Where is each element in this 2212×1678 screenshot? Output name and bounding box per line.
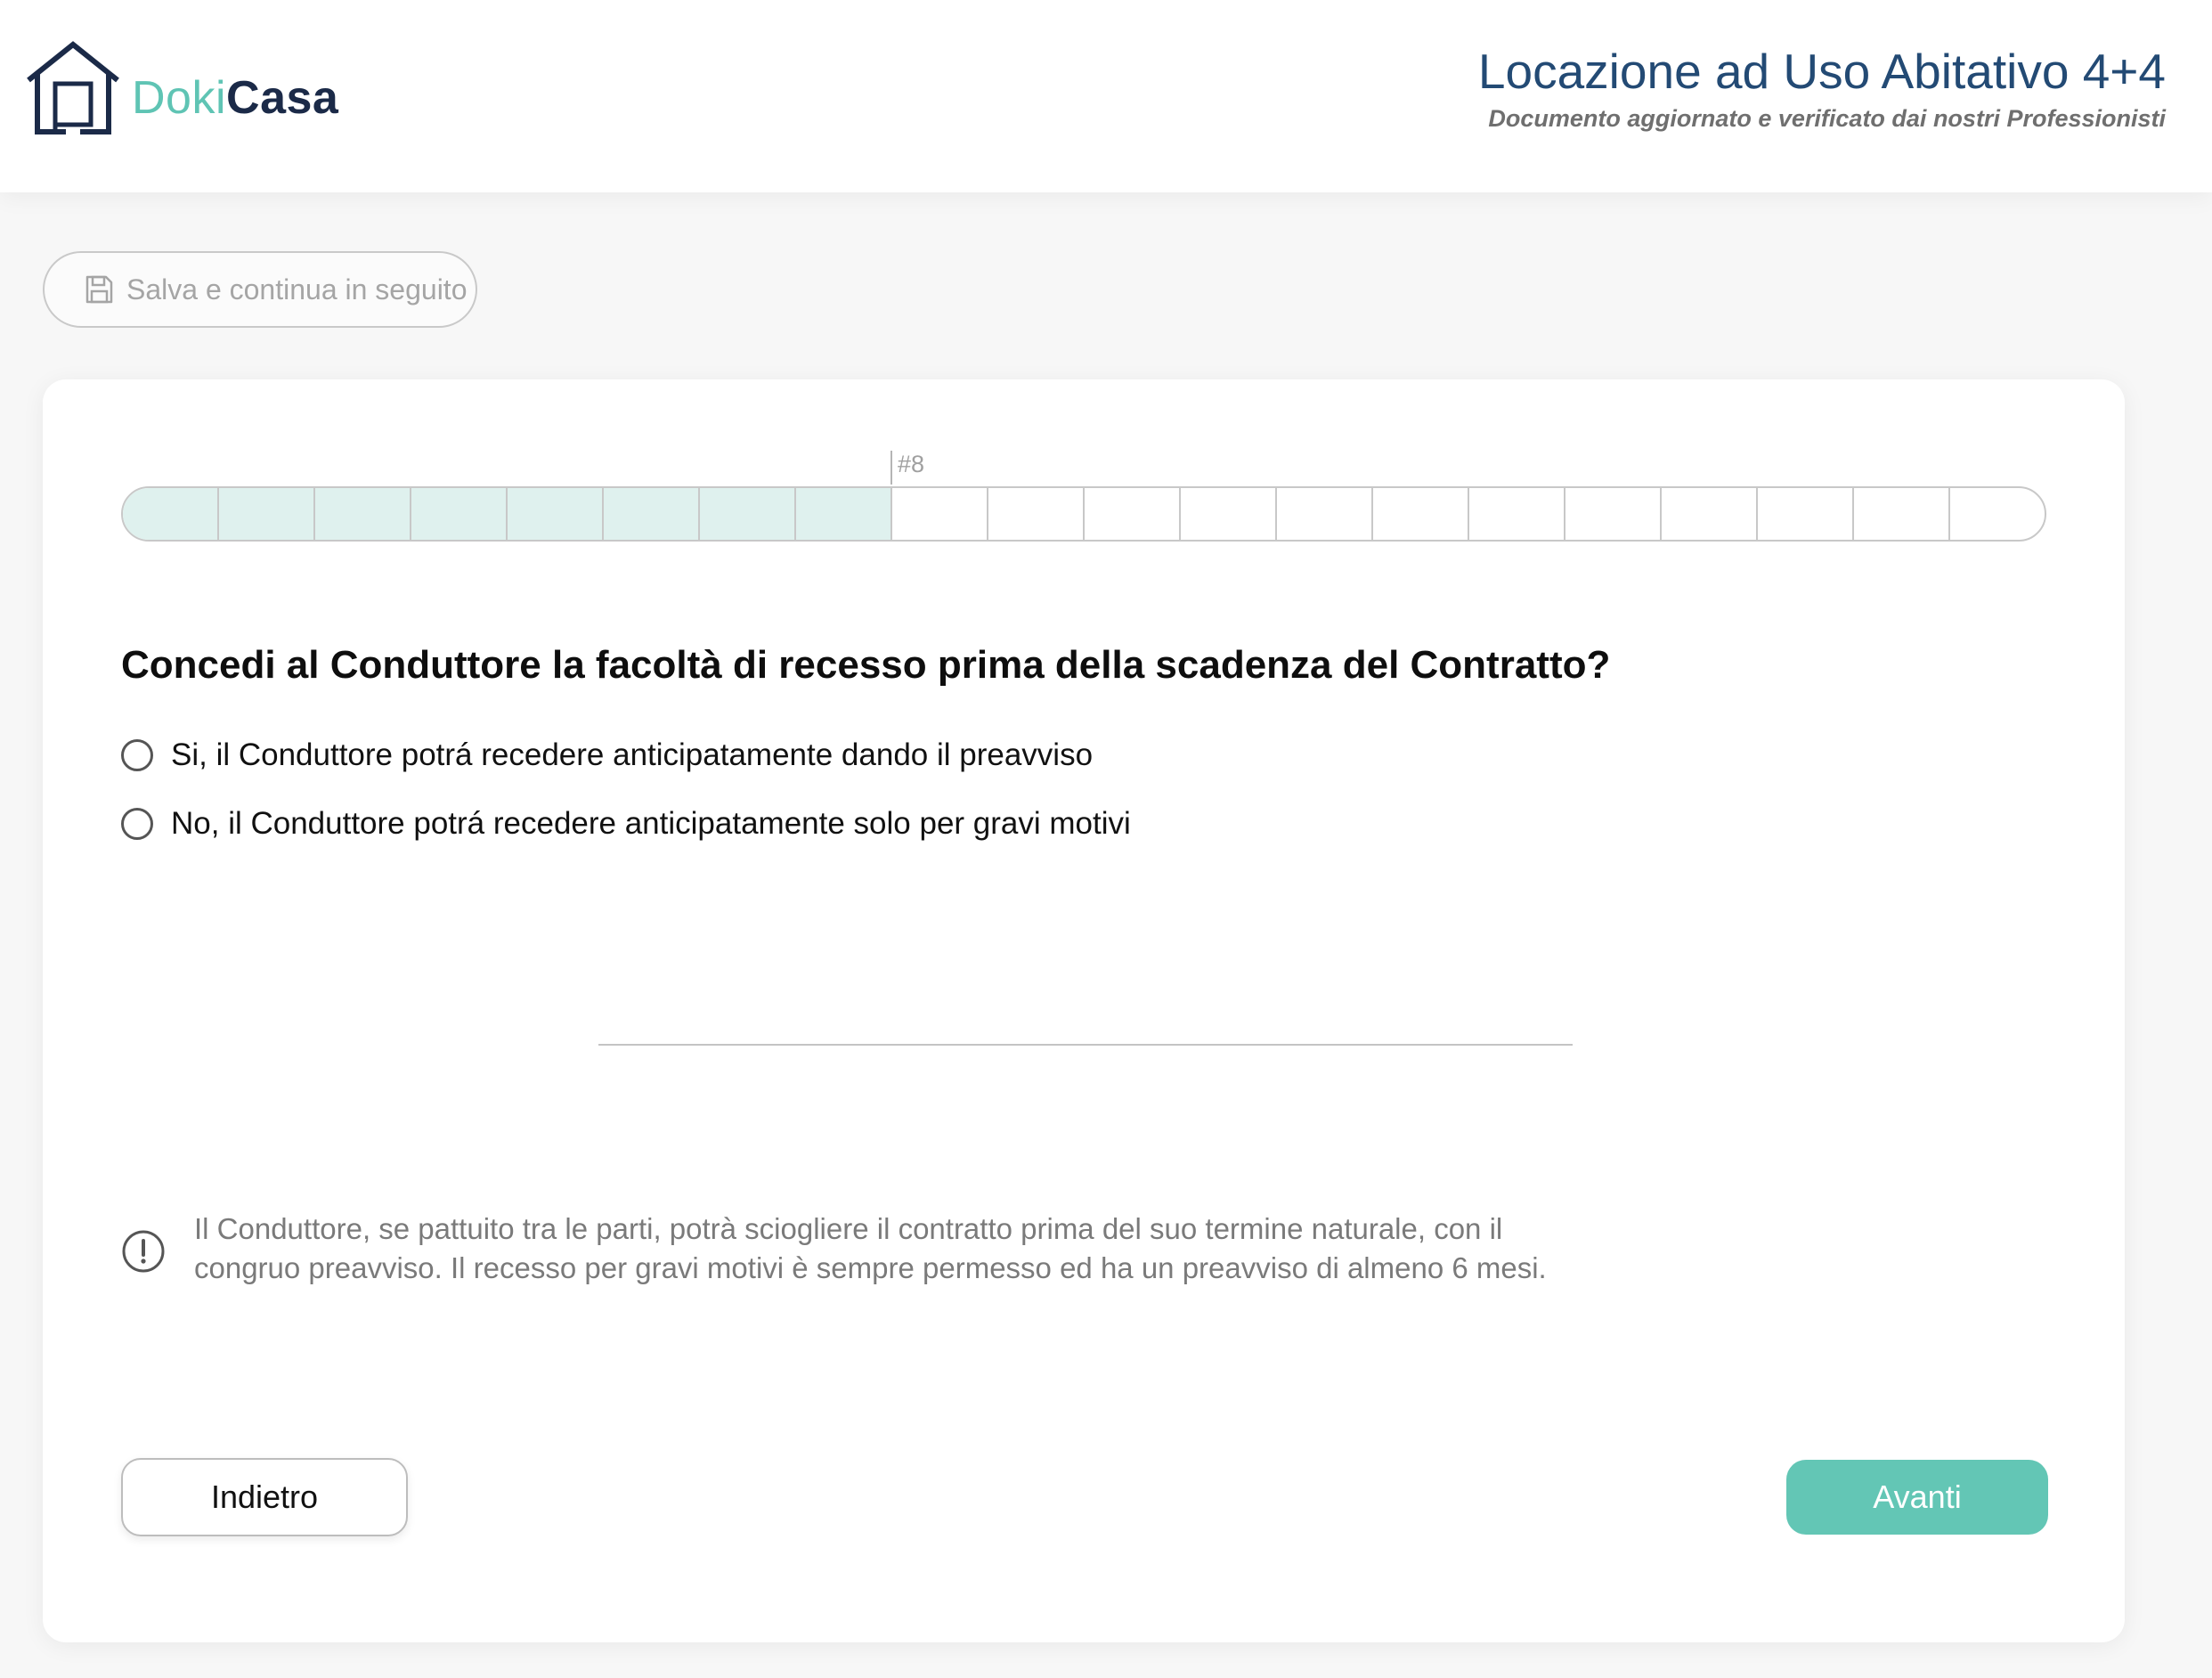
question-title: Concedi al Conduttore la facoltà di rece… — [121, 643, 1611, 687]
progress-bar — [121, 486, 2046, 542]
house-logo-icon — [27, 41, 119, 134]
option-yes[interactable]: Si, il Conduttore potrá recedere anticip… — [121, 732, 1131, 778]
progress-segment-pending — [1277, 488, 1373, 540]
exclamation-circle-icon — [122, 1230, 165, 1273]
next-button[interactable]: Avanti — [1786, 1460, 2048, 1535]
progress-segment-pending — [892, 488, 988, 540]
save-continue-later-button[interactable]: Salva e continua in seguito — [43, 251, 477, 328]
option-no-label: No, il Conduttore potrá recedere anticip… — [171, 806, 1131, 841]
progress-segment-completed — [219, 488, 315, 540]
progress-segment-pending — [1085, 488, 1181, 540]
progress-segment-pending — [1662, 488, 1758, 540]
progress-segment-pending — [1181, 488, 1277, 540]
progress-current-marker — [890, 451, 892, 485]
option-yes-label: Si, il Conduttore potrá recedere anticip… — [171, 737, 1094, 772]
progress-segment-pending — [1950, 488, 2045, 540]
progress-segment-pending — [1373, 488, 1469, 540]
radio-button-yes[interactable] — [121, 739, 153, 771]
progress-segment-pending — [1758, 488, 1854, 540]
document-subtitle: Documento aggiornato e verificato dai no… — [1488, 105, 2166, 132]
progress-segment-completed — [315, 488, 411, 540]
logo-wordmark: DokiCasa — [132, 71, 338, 125]
answer-options: Si, il Conduttore potrá recedere anticip… — [121, 732, 1131, 869]
document-title: Locazione ad Uso Abitativo 4+4 — [1477, 44, 2166, 99]
radio-button-no[interactable] — [121, 808, 153, 840]
floppy-disk-icon — [85, 275, 113, 304]
progress-segment-pending — [1565, 488, 1662, 540]
progress-segment-completed — [700, 488, 796, 540]
logo-doki-text: Doki — [132, 72, 227, 124]
question-card: #8 Concedi al Conduttore la facoltà di r… — [43, 379, 2125, 1642]
logo-casa-text: Casa — [226, 72, 339, 124]
progress-segment-completed — [796, 488, 892, 540]
option-no[interactable]: No, il Conduttore potrá recedere anticip… — [121, 801, 1131, 847]
progress-current-step-label: #8 — [897, 451, 924, 477]
dokicasa-logo[interactable]: DokiCasa — [25, 39, 338, 137]
section-divider — [598, 1044, 1573, 1046]
progress-segment-pending — [1469, 488, 1565, 540]
hint-text: Il Conduttore, se pattuito tra le parti,… — [194, 1212, 1547, 1284]
info-hint: Il Conduttore, se pattuito tra le parti,… — [121, 1210, 1583, 1288]
save-button-label: Salva e continua in seguito — [126, 273, 468, 305]
progress-segment-completed — [508, 488, 604, 540]
progress-segment-pending — [988, 488, 1085, 540]
top-header: DokiCasa Locazione ad Uso Abitativo 4+4 … — [0, 0, 2212, 192]
progress-segment-completed — [123, 488, 219, 540]
progress-segment-completed — [604, 488, 700, 540]
progress-segment-pending — [1854, 488, 1950, 540]
back-button[interactable]: Indietro — [121, 1458, 408, 1536]
progress-segment-completed — [411, 488, 508, 540]
